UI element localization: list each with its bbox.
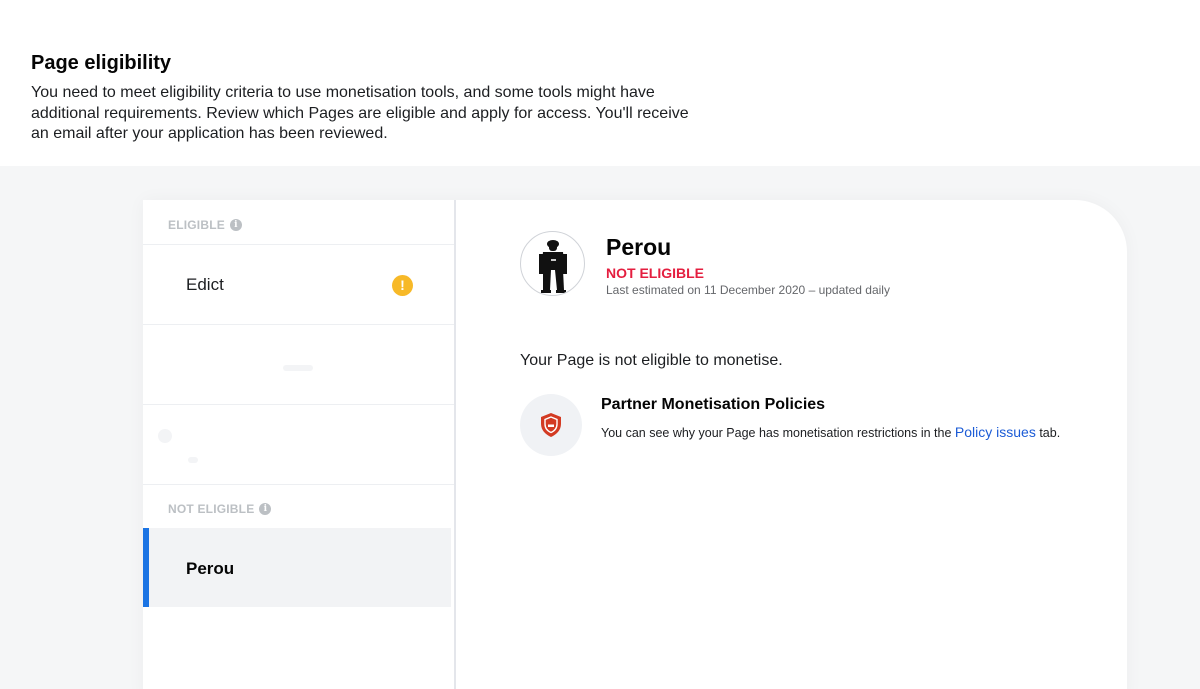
- person-silhouette-icon: [539, 240, 567, 293]
- eligibility-message: Your Page is not eligible to monetise.: [520, 352, 783, 369]
- info-icon[interactable]: i: [259, 503, 272, 515]
- blurred-text: [283, 365, 313, 371]
- eligibility-panel: ELIGIBLE i Edict ! NOT ELIGIBLE i Perou: [143, 200, 1127, 689]
- blurred-list-item[interactable]: [143, 325, 454, 404]
- page-description: You need to meet eligibility criteria to…: [31, 84, 689, 142]
- not-eligible-section-label: NOT ELIGIBLE i: [168, 502, 272, 516]
- shield-icon: [541, 413, 561, 437]
- divider: [143, 484, 454, 485]
- status-badge: NOT ELIGIBLE: [606, 265, 704, 281]
- not-eligible-label-text: NOT ELIGIBLE: [168, 502, 255, 516]
- policy-title: Partner Monetisation Policies: [601, 396, 826, 413]
- page-header: Page eligibility You need to meet eligib…: [0, 0, 1200, 166]
- avatar: [520, 231, 585, 296]
- estimate-text: Last estimated on 11 December 2020 – upd…: [606, 283, 890, 297]
- policy-text-suffix: tab.: [1039, 426, 1061, 440]
- info-icon[interactable]: i: [229, 219, 242, 231]
- blurred-text: [188, 457, 198, 463]
- sidebar-item-edict[interactable]: Edict !: [143, 245, 454, 324]
- policy-description: You can see why your Page has monetisati…: [601, 424, 1060, 440]
- page-title: Page eligibility: [31, 52, 172, 74]
- policy-icon-container: [520, 394, 582, 456]
- eligible-section-label: ELIGIBLE i: [168, 218, 242, 232]
- sidebar-item-perou[interactable]: Perou: [143, 528, 451, 607]
- detail-page-name: Perou: [606, 234, 672, 260]
- page-detail: Perou NOT ELIGIBLE Last estimated on 11 …: [458, 200, 1127, 689]
- warning-icon: !: [392, 275, 413, 296]
- selected-indicator: [143, 528, 149, 607]
- policy-issues-link[interactable]: Policy issues: [955, 424, 1036, 440]
- policy-text: You can see why your Page has monetisati…: [601, 426, 952, 440]
- pages-sidebar: ELIGIBLE i Edict ! NOT ELIGIBLE i Perou: [143, 200, 456, 689]
- eligible-label-text: ELIGIBLE: [168, 218, 225, 232]
- blurred-list-item[interactable]: [143, 405, 454, 484]
- sidebar-item-label: Perou: [186, 559, 235, 578]
- sidebar-item-label: Edict: [186, 275, 224, 294]
- blurred-avatar: [158, 429, 172, 443]
